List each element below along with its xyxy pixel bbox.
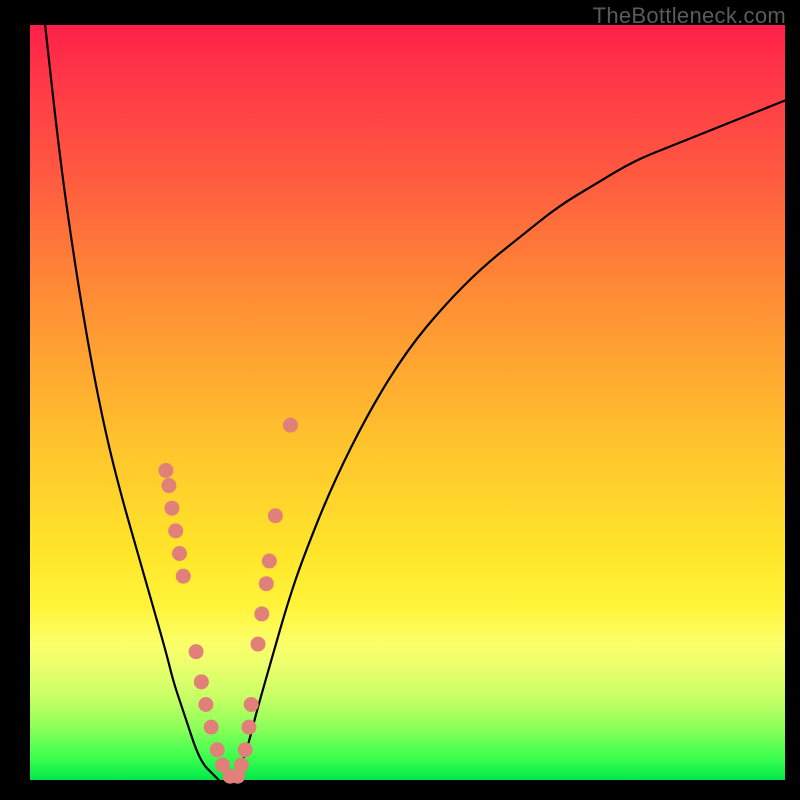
scatter-dot <box>198 697 213 712</box>
scatter-dot <box>176 569 191 584</box>
scatter-dot <box>168 523 183 538</box>
scatter-dot <box>259 576 274 591</box>
scatter-dot <box>194 674 209 689</box>
scatter-dot <box>172 546 187 561</box>
scatter-dot <box>254 606 269 621</box>
scatter-dot <box>241 720 256 735</box>
scatter-dot <box>262 554 277 569</box>
scatter-dots <box>158 418 298 784</box>
scatter-dot <box>204 720 219 735</box>
chart-frame: TheBottleneck.com <box>0 0 800 800</box>
scatter-dot <box>244 697 259 712</box>
curves-svg <box>30 25 785 780</box>
scatter-dot <box>283 418 298 433</box>
scatter-dot <box>210 742 225 757</box>
curve-right-branch <box>234 101 785 781</box>
scatter-dot <box>268 508 283 523</box>
bottleneck-curve <box>45 25 785 780</box>
scatter-dot <box>238 742 253 757</box>
scatter-dot <box>164 501 179 516</box>
scatter-dot <box>158 463 173 478</box>
scatter-dot <box>161 478 176 493</box>
scatter-dot <box>234 757 249 772</box>
watermark-text: TheBottleneck.com <box>593 3 786 29</box>
scatter-dot <box>189 644 204 659</box>
curve-left-branch <box>45 25 219 780</box>
scatter-dot <box>251 637 266 652</box>
plot-area <box>30 25 785 780</box>
